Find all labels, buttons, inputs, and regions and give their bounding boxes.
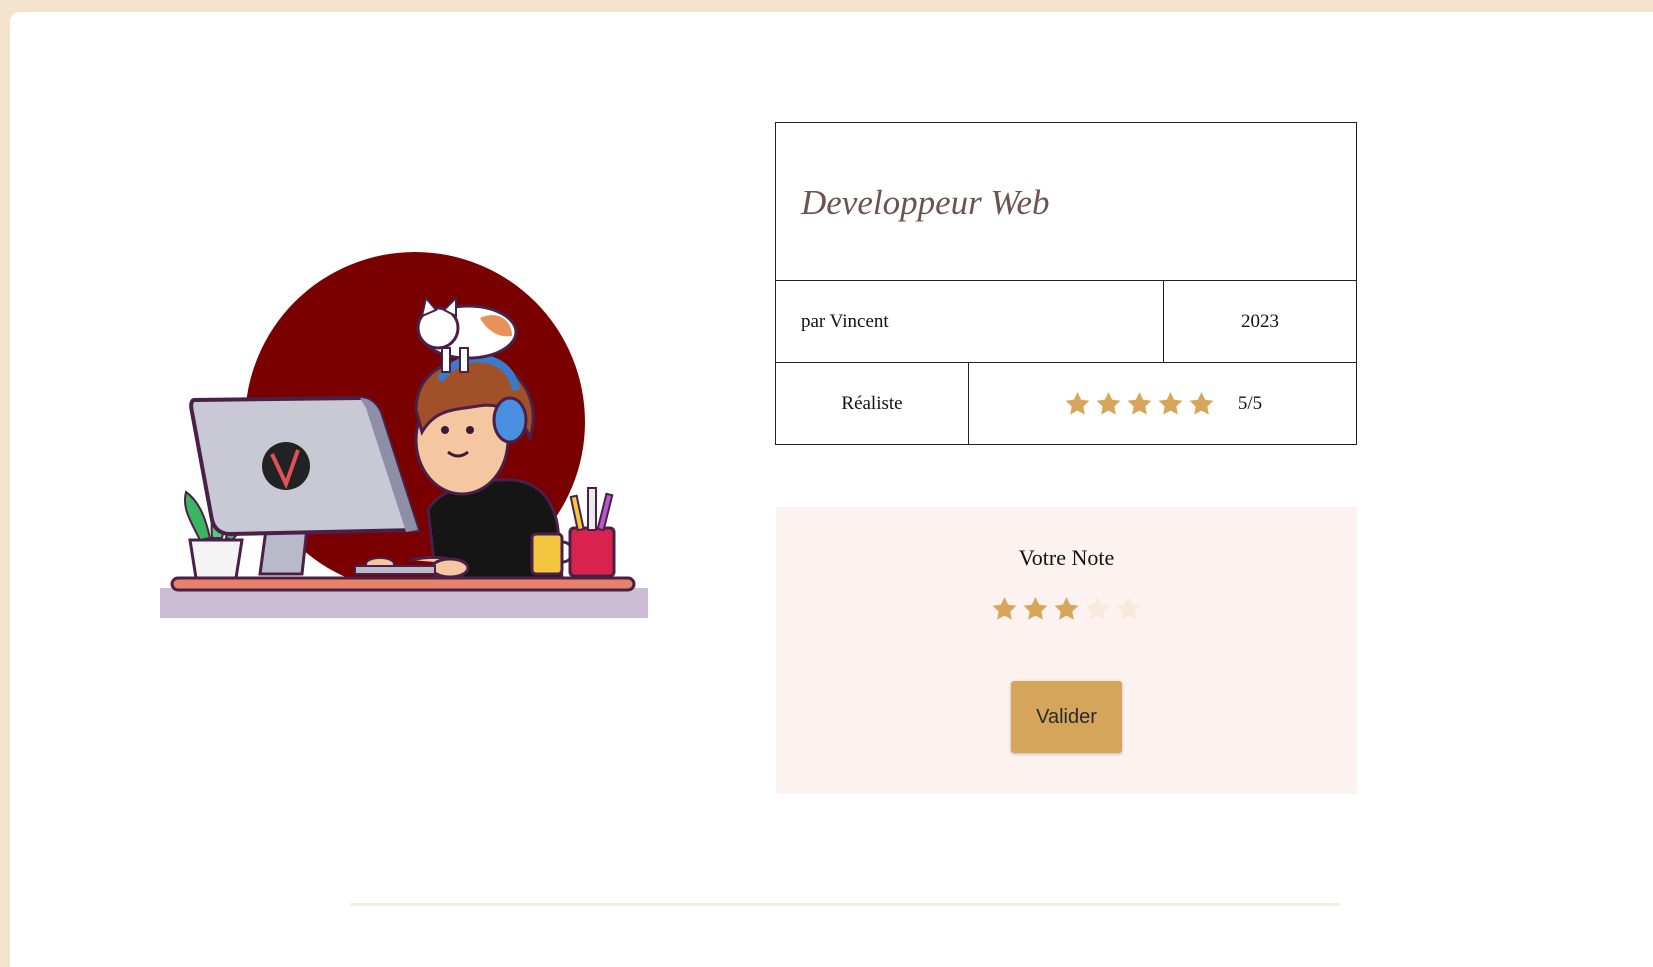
title-cell: Developpeur Web bbox=[776, 123, 1356, 281]
star-icon[interactable] bbox=[990, 595, 1019, 623]
vote-panel: Votre Note Valider bbox=[776, 507, 1357, 794]
book-author: par Vincent bbox=[801, 311, 889, 332]
vote-stars bbox=[776, 595, 1357, 623]
developer-illustration bbox=[160, 252, 648, 618]
book-genre: Réaliste bbox=[776, 363, 969, 445]
star-icon bbox=[1156, 390, 1185, 418]
star-icon[interactable] bbox=[1052, 595, 1081, 623]
average-rating: 5/5 bbox=[969, 363, 1356, 445]
vote-title: Votre Note bbox=[1018, 545, 1115, 570]
author-year-row: par Vincent 2023 bbox=[776, 281, 1356, 363]
book-year: 2023 bbox=[1163, 281, 1356, 362]
star-icon[interactable] bbox=[1083, 595, 1112, 623]
star-icon bbox=[1125, 390, 1154, 418]
star-icon bbox=[1187, 390, 1216, 418]
genre-rating-row: Réaliste 5/5 bbox=[776, 363, 1356, 445]
desk-base bbox=[160, 588, 648, 618]
star-icon[interactable] bbox=[1021, 595, 1050, 623]
book-title: Developpeur Web bbox=[801, 183, 1050, 222]
validate-button[interactable]: Valider bbox=[1011, 681, 1122, 753]
book-info-card: Developpeur Web par Vincent 2023 Réalist… bbox=[775, 122, 1357, 445]
rating-stars bbox=[1063, 390, 1216, 418]
star-icon bbox=[1063, 390, 1092, 418]
page-content: Developpeur Web par Vincent 2023 Réalist… bbox=[10, 12, 1653, 967]
star-icon bbox=[1094, 390, 1123, 418]
star-icon[interactable] bbox=[1114, 595, 1143, 623]
divider bbox=[350, 903, 1340, 906]
desk bbox=[170, 576, 636, 592]
rating-score: 5/5 bbox=[1237, 393, 1263, 414]
